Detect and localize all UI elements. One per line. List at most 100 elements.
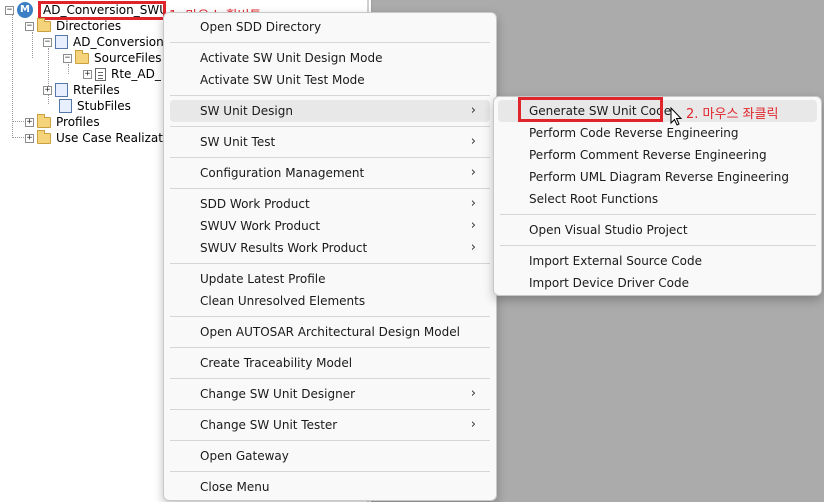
tree-item-stubfiles[interactable]: StubFiles xyxy=(59,98,131,114)
menu-item-label: Activate SW Unit Design Mode xyxy=(200,51,383,65)
tree-item-sourcefiles[interactable]: − SourceFiles xyxy=(63,49,162,66)
expand-icon[interactable]: + xyxy=(43,85,52,95)
chevron-right-icon: › xyxy=(470,103,476,118)
highlight-box xyxy=(518,97,663,122)
menu-item-label: SW Unit Design xyxy=(200,104,293,118)
tree-item-ad-conversion[interactable]: − AD_Conversion xyxy=(43,34,164,50)
chevron-right-icon: › xyxy=(470,240,476,255)
collapse-icon[interactable]: − xyxy=(63,53,72,63)
menu-separator xyxy=(170,263,490,264)
tree-item-directories[interactable]: − Directories xyxy=(25,17,122,34)
folder-icon xyxy=(75,49,89,64)
menu-item-configuration-management[interactable]: Configuration Management › xyxy=(170,162,490,184)
tree-item-label: AD_Conversion xyxy=(73,35,164,49)
menu-item-label: Import Device Driver Code xyxy=(529,276,689,290)
expand-icon[interactable]: + xyxy=(25,133,34,143)
menu-item-select-root-functions[interactable]: Select Root Functions xyxy=(498,188,817,210)
folder-icon xyxy=(37,17,51,32)
tree-item-label: RteFiles xyxy=(73,83,120,97)
menu-item-sw-unit-test[interactable]: SW Unit Test › xyxy=(170,131,490,153)
tree-item-label: Rte_AD_ xyxy=(111,67,161,81)
menu-item-swuv-results-work-product[interactable]: SWUV Results Work Product › xyxy=(170,237,490,259)
context-menu: Open SDD Directory Activate SW Unit Desi… xyxy=(163,12,497,501)
menu-item-sdd-work-product[interactable]: SDD Work Product › xyxy=(170,193,490,215)
menu-item-label: Perform Comment Reverse Engineering xyxy=(529,148,767,162)
collapse-icon[interactable]: − xyxy=(25,21,34,31)
tree-item-label: Profiles xyxy=(56,115,100,129)
chevron-right-icon: › xyxy=(470,417,476,432)
menu-item-label: SWUV Work Product xyxy=(200,219,321,233)
menu-item-label: Open AUTOSAR Architectural Design Model xyxy=(200,325,460,339)
menu-separator xyxy=(170,378,490,379)
menu-separator xyxy=(170,157,490,158)
menu-separator xyxy=(170,316,490,317)
menu-item-change-sw-unit-tester[interactable]: Change SW Unit Tester › xyxy=(170,414,490,436)
menu-item-create-traceability-model[interactable]: Create Traceability Model xyxy=(170,352,490,374)
tree-root-label: AD_Conversion_SWUD xyxy=(43,3,166,17)
menu-item-label: Open SDD Directory xyxy=(200,20,322,34)
menu-item-label: SWUV Results Work Product xyxy=(200,241,368,255)
menu-item-activate-test-mode[interactable]: Activate SW Unit Test Mode xyxy=(170,69,490,91)
tree-item-profiles[interactable]: + Profiles xyxy=(25,113,100,130)
tree-connector xyxy=(12,121,26,122)
expand-icon[interactable]: + xyxy=(25,117,34,127)
menu-separator xyxy=(500,214,816,215)
menu-separator xyxy=(170,188,490,189)
menu-item-import-device-driver-code[interactable]: Import Device Driver Code xyxy=(498,272,817,294)
tree-item-label: Directories xyxy=(56,19,122,33)
chevron-right-icon: › xyxy=(470,218,476,233)
tree-item-label: Use Case Realizatio xyxy=(56,131,174,145)
menu-item-sw-unit-design[interactable]: SW Unit Design › xyxy=(170,100,490,122)
menu-separator xyxy=(170,42,490,43)
menu-item-label: Perform Code Reverse Engineering xyxy=(529,126,739,140)
menu-item-change-sw-unit-designer[interactable]: Change SW Unit Designer › xyxy=(170,383,490,405)
collapse-icon[interactable]: − xyxy=(5,5,14,15)
sw-unit-design-submenu: Generate SW Unit Code Perform Code Rever… xyxy=(493,96,822,296)
tree-connector xyxy=(12,14,13,138)
menu-item-open-sdd-directory[interactable]: Open SDD Directory xyxy=(170,16,490,38)
menu-separator xyxy=(170,347,490,348)
expand-icon[interactable]: + xyxy=(83,69,92,79)
model-icon: M xyxy=(17,2,33,18)
menu-item-label: Import External Source Code xyxy=(529,254,702,268)
annotation-step-2: 2. 마우스 좌클릭 xyxy=(686,107,779,122)
menu-separator xyxy=(170,471,490,472)
package-icon xyxy=(59,99,72,113)
menu-item-label: Update Latest Profile xyxy=(200,272,326,286)
mouse-cursor-icon xyxy=(670,107,683,126)
menu-item-label: Change SW Unit Designer xyxy=(200,387,356,401)
tree-item-label: StubFiles xyxy=(77,99,131,113)
menu-separator xyxy=(170,126,490,127)
menu-item-open-visual-studio-project[interactable]: Open Visual Studio Project xyxy=(498,219,817,241)
menu-item-open-autosar-design-model[interactable]: Open AUTOSAR Architectural Design Model xyxy=(170,321,490,343)
menu-item-label: Configuration Management xyxy=(200,166,365,180)
menu-item-uml-reverse-engineering[interactable]: Perform UML Diagram Reverse Engineering xyxy=(498,166,817,188)
tree-item-rtefiles[interactable]: + RteFiles xyxy=(43,82,120,98)
menu-separator xyxy=(170,440,490,441)
tree-connector xyxy=(12,137,26,138)
menu-item-comment-reverse-engineering[interactable]: Perform Comment Reverse Engineering xyxy=(498,144,817,166)
file-icon xyxy=(95,67,106,81)
menu-item-label: Select Root Functions xyxy=(529,192,659,206)
menu-item-label: Open Visual Studio Project xyxy=(529,223,688,237)
chevron-right-icon: › xyxy=(470,196,476,211)
menu-item-open-gateway[interactable]: Open Gateway xyxy=(170,445,490,467)
menu-item-activate-design-mode[interactable]: Activate SW Unit Design Mode xyxy=(170,47,490,69)
menu-item-clean-unresolved-elements[interactable]: Clean Unresolved Elements xyxy=(170,290,490,312)
package-icon xyxy=(55,83,68,97)
menu-item-close-menu[interactable]: Close Menu xyxy=(170,476,490,498)
tree-root-row[interactable]: − M xyxy=(5,2,37,18)
tree-item-use-case-realization[interactable]: + Use Case Realizatio xyxy=(25,129,174,146)
menu-item-label: Clean Unresolved Elements xyxy=(200,294,366,308)
tree-item-rte-ad[interactable]: + Rte_AD_ xyxy=(83,66,161,82)
menu-separator xyxy=(500,245,816,246)
collapse-icon[interactable]: − xyxy=(43,37,52,47)
folder-icon xyxy=(37,129,51,144)
menu-item-label: Open Gateway xyxy=(200,449,289,463)
menu-item-label: Activate SW Unit Test Mode xyxy=(200,73,365,87)
menu-item-update-latest-profile[interactable]: Update Latest Profile xyxy=(170,268,490,290)
menu-item-code-reverse-engineering[interactable]: Perform Code Reverse Engineering xyxy=(498,122,817,144)
folder-icon xyxy=(37,113,51,128)
menu-item-swuv-work-product[interactable]: SWUV Work Product › xyxy=(170,215,490,237)
menu-item-import-external-source-code[interactable]: Import External Source Code xyxy=(498,250,817,272)
